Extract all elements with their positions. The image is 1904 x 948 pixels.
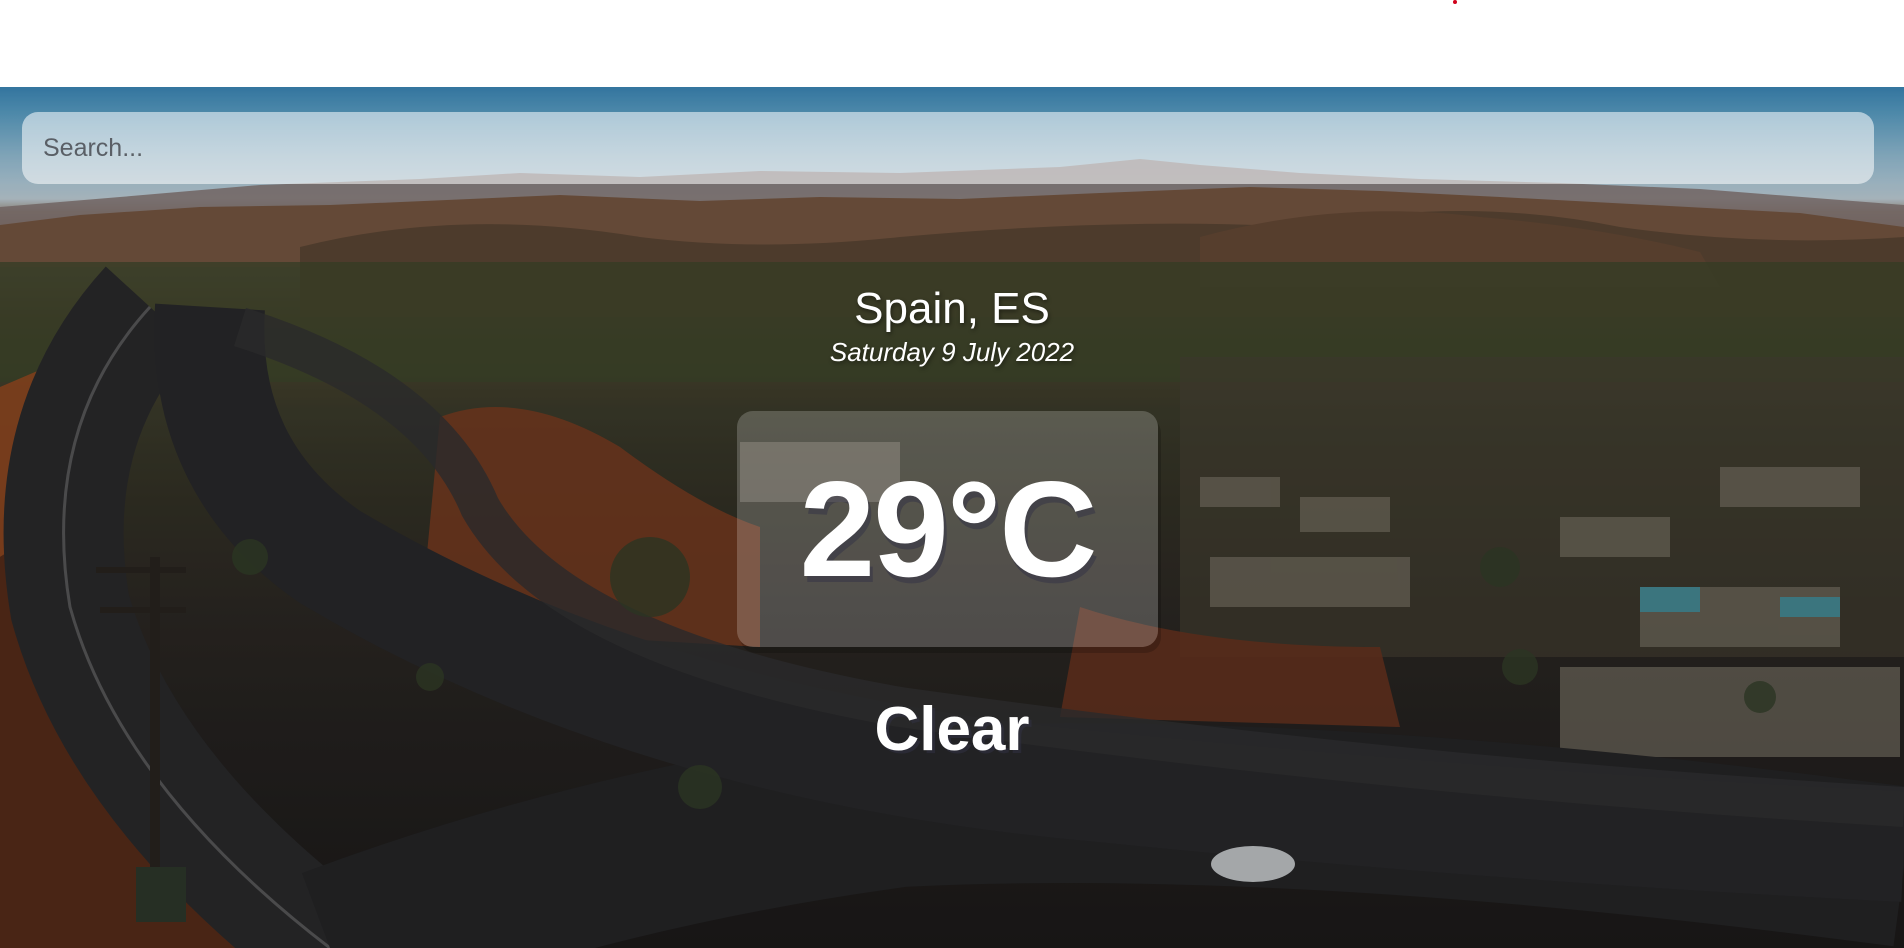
- temperature-card: 29°C: [737, 411, 1158, 647]
- date-label: Saturday 9 July 2022: [829, 337, 1075, 367]
- temperature-value: 29°C: [799, 453, 1098, 605]
- red-dot: [1453, 0, 1457, 4]
- weather-background-photo: Spain, ES Saturday 9 July 2022 29°C Clea…: [0, 87, 1904, 948]
- weather-condition: Clear: [874, 695, 1030, 764]
- search-input[interactable]: [22, 112, 1874, 184]
- search-bar[interactable]: [22, 112, 1874, 184]
- location-label: Spain, ES: [854, 284, 1050, 333]
- top-bar: [0, 0, 1904, 87]
